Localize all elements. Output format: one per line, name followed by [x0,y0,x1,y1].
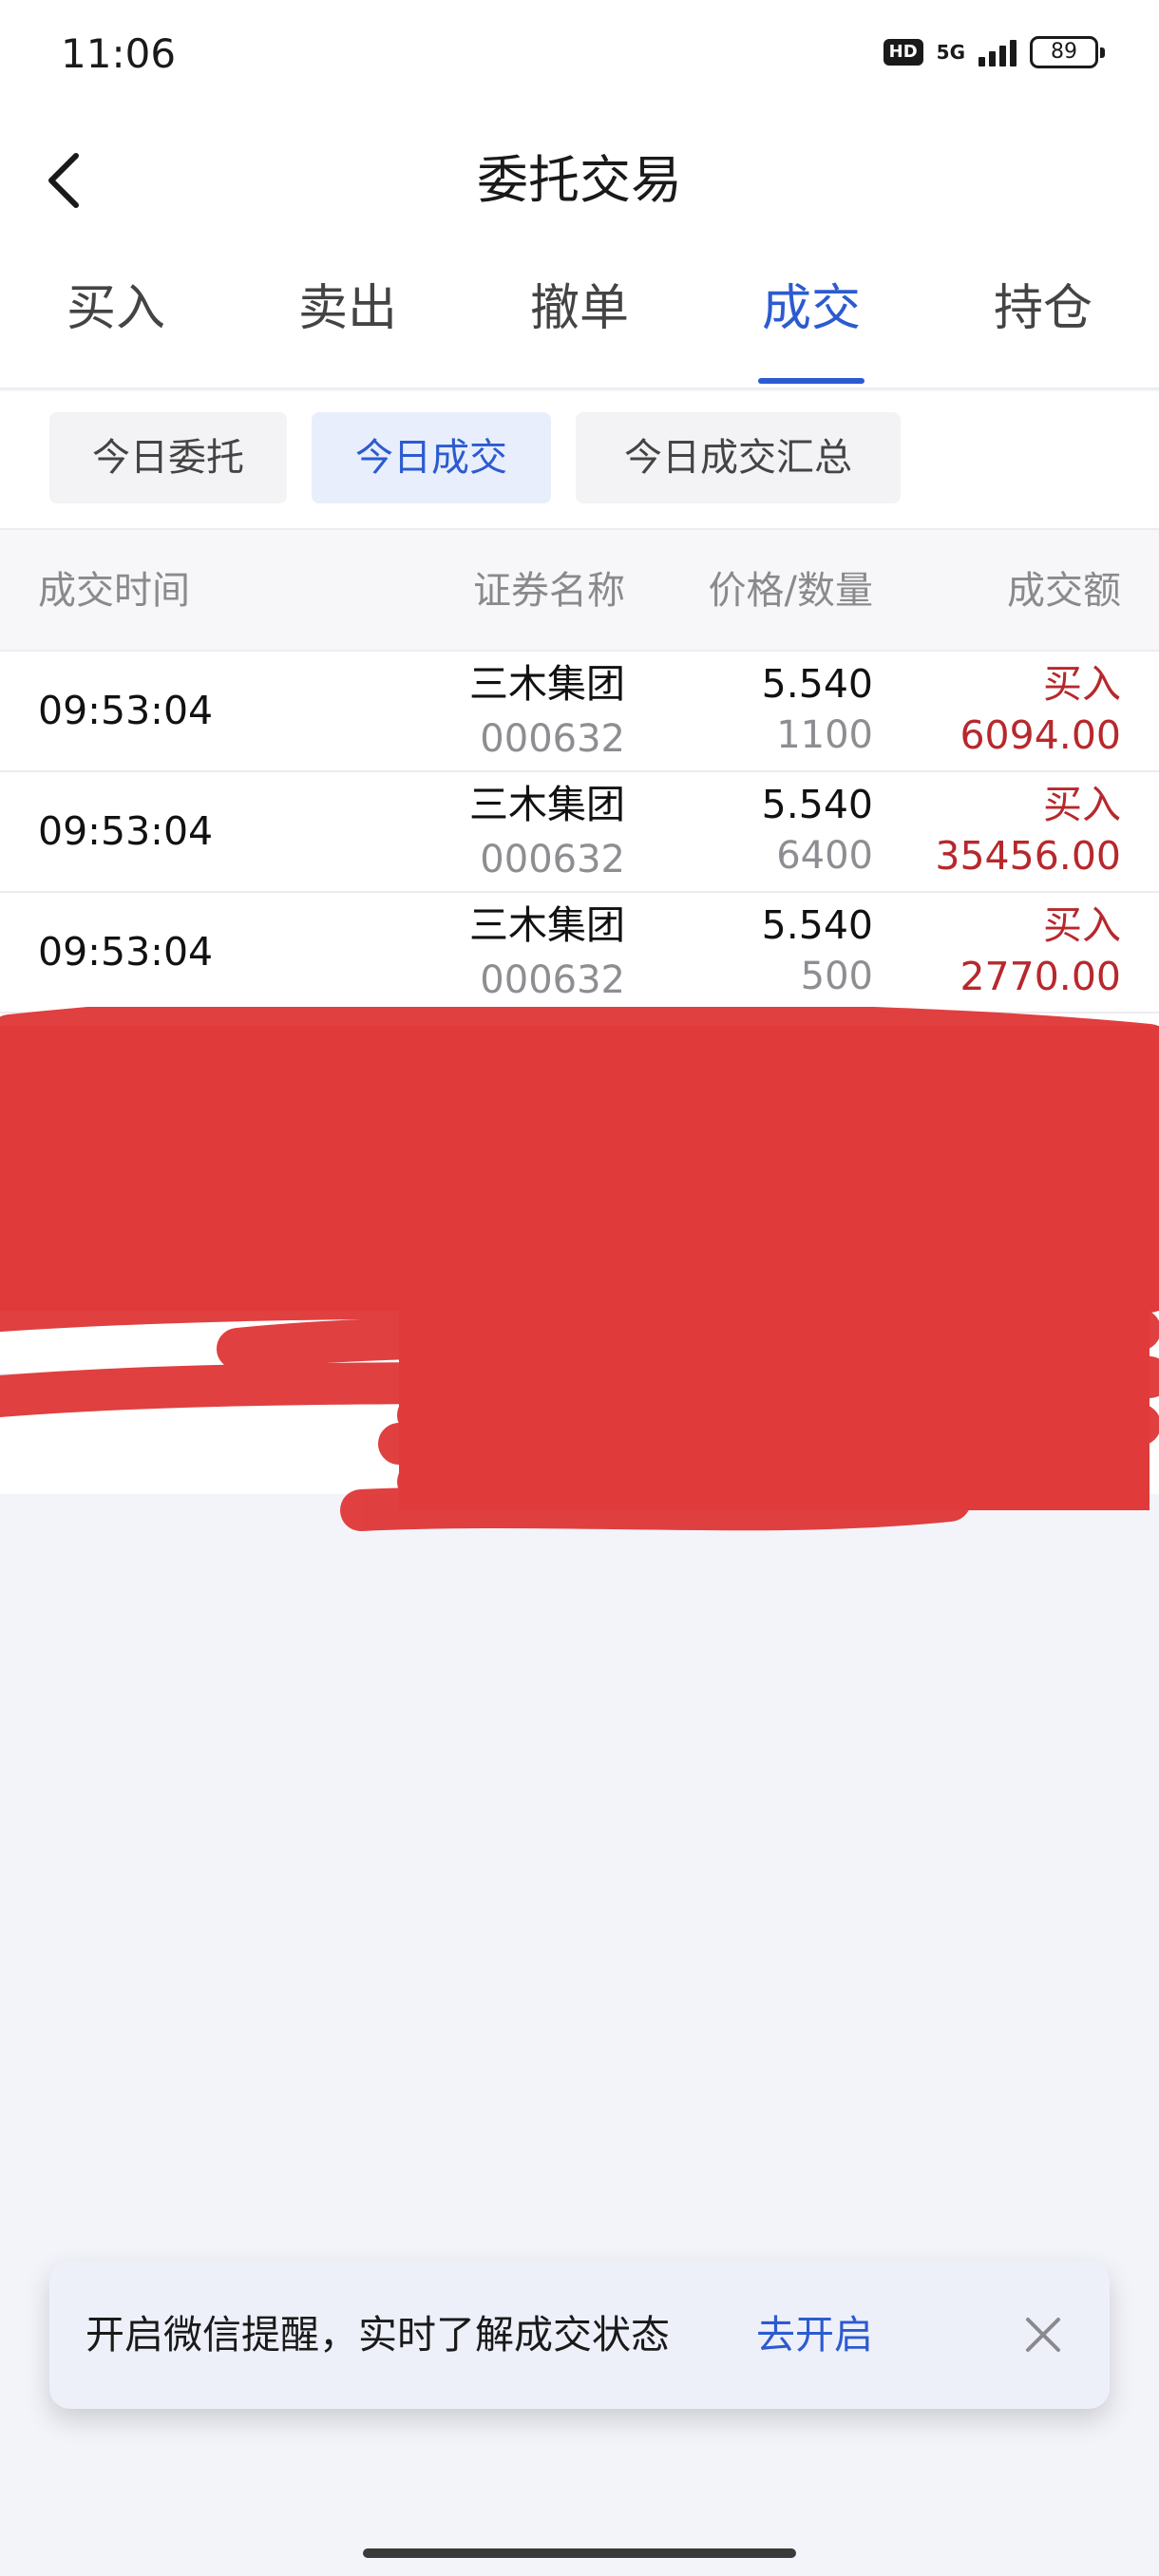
column-header-name: 证券名称 [473,569,625,613]
notice-text: 开启微信提醒，实时了解成交状态 [86,2312,670,2358]
active-tab-indicator [758,378,864,384]
stock-code: 000632 [480,838,625,881]
table-row[interactable]: 09:53:04 三木集团 000632 5.540 1100 买入 6094.… [0,650,1159,770]
status-time: 11:06 [61,30,177,77]
tab-sell[interactable]: 卖出 [232,275,464,342]
deal-time: 09:53:04 [38,688,214,733]
tab-deals[interactable]: 成交 [695,275,927,342]
stock-code: 000632 [480,958,625,1002]
stock-name: 三木集团 [469,661,625,707]
status-icons: HD 5G 89 [883,36,1105,68]
deal-price: 5.540 [761,661,873,707]
table-row[interactable]: 09:53:04 三木集团 000632 5.540 500 买入 2770.0… [0,891,1159,1012]
table-row[interactable] [0,1253,1159,1373]
tab-positions[interactable]: 持仓 [927,275,1159,342]
stock-name: 三木集团 [469,782,625,827]
deal-quantity: 6400 [776,834,873,878]
tab-cancel[interactable]: 撤单 [464,275,695,342]
hd-icon: HD [883,39,923,66]
deal-side: 买入 [1043,782,1121,827]
battery-icon: 89 [1030,36,1105,68]
close-icon [1026,2318,1060,2352]
page-title: 委托交易 [477,150,682,210]
column-header-amount: 成交额 [1007,569,1121,613]
deal-time: 09:53:04 [38,929,214,975]
deal-price: 5.540 [761,782,873,827]
status-bar: 11:06 HD 5G 89 [0,0,1159,114]
deal-quantity: 500 [800,955,873,998]
table-row[interactable]: 09:53:04 三木集团 000632 5.540 6400 买入 35456… [0,770,1159,891]
deal-time: 09:53:04 [38,808,214,854]
filter-today-deals[interactable]: 今日成交 [312,412,551,503]
table-row[interactable] [0,1373,1159,1494]
signal-icon [978,38,1016,66]
deal-amount: 2770.00 [960,954,1121,999]
trade-tabs: 买入 卖出 撤单 成交 持仓 [0,247,1159,389]
table-header: 成交时间 证券名称 价格/数量 成交额 [0,528,1159,650]
column-header-price-qty: 价格/数量 [708,569,873,613]
table-row[interactable] [0,1132,1159,1253]
wechat-notice-banner: 开启微信提醒，实时了解成交状态 去开启 [49,2261,1110,2409]
table-row[interactable] [0,1012,1159,1132]
filter-bar: 今日委托 今日成交 今日成交汇总 [0,391,1159,528]
stock-code: 000632 [480,717,625,761]
filter-today-orders[interactable]: 今日委托 [49,412,287,503]
home-indicator[interactable] [363,2548,796,2558]
stock-name: 三木集团 [469,902,625,948]
network-type-label: 5G [936,41,965,64]
deal-price: 5.540 [761,902,873,948]
column-header-time: 成交时间 [38,569,190,613]
filter-today-deals-summary[interactable]: 今日成交汇总 [576,412,901,503]
close-button[interactable] [1015,2306,1072,2363]
deal-quantity: 1100 [776,713,873,757]
deal-side: 买入 [1043,902,1121,948]
deal-amount: 35456.00 [935,833,1121,879]
deal-amount: 6094.00 [960,712,1121,758]
enable-notice-link[interactable]: 去开启 [756,2306,873,2363]
deals-table: 09:53:04 三木集团 000632 5.540 1100 买入 6094.… [0,650,1159,1494]
deal-side: 买入 [1043,661,1121,707]
tab-buy[interactable]: 买入 [0,275,232,342]
header: 委托交易 [0,114,1159,247]
redacted-rows [0,1012,1159,1494]
